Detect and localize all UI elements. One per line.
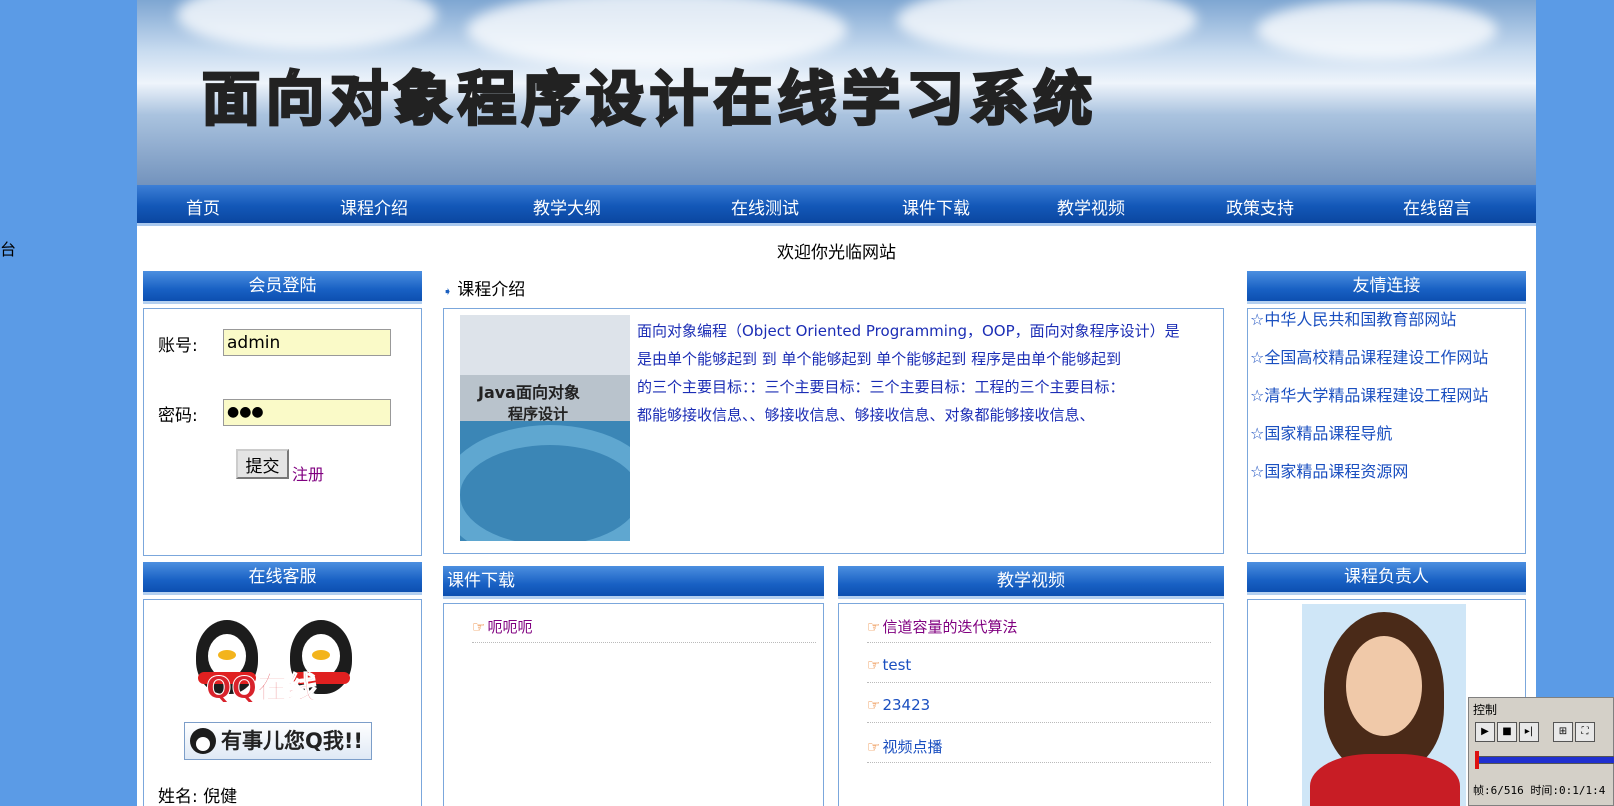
video-icon: ☞: [867, 738, 881, 756]
account-input[interactable]: [223, 329, 391, 356]
video-item[interactable]: ☞ 23423: [867, 696, 930, 714]
arrow-icon: ➧: [443, 285, 453, 298]
friend-links-list: ☆中华人民共和国教育部网站 ☆全国高校精品课程建设工作网站 ☆清华大学精品课程建…: [1250, 309, 1488, 499]
videos-box: ☞ 信道容量的迭代算法 ☞ test ☞ 23423 ☞ 视频点播: [838, 603, 1224, 806]
qq-contact-label: 有事儿您Q我!!: [221, 729, 364, 753]
divider: [867, 682, 1211, 683]
book-title-line2: 程序设计: [508, 405, 569, 423]
fit-icon[interactable]: ⊞: [1553, 722, 1573, 742]
divider: [472, 642, 816, 643]
downloads-title: 课件下载: [443, 566, 824, 599]
course-owner-title: 课程负责人: [1247, 562, 1526, 595]
media-control-panel: 控制 ▶ ■ ▸| ⊞ ⛶ 帧:6/516 时间:0:1/1:4: [1468, 697, 1614, 806]
control-toolbar: ▶ ■ ▸| ⊞ ⛶: [1475, 722, 1614, 744]
friend-link[interactable]: ☆全国高校精品课程建设工作网站: [1250, 347, 1488, 385]
divider: [867, 722, 1211, 723]
password-input[interactable]: ●●●: [223, 399, 391, 426]
nav-teaching-video[interactable]: 教学视频: [1057, 194, 1125, 219]
course-intro-heading: ➧ 课程介绍: [443, 275, 525, 300]
videos-title: 教学视频: [838, 566, 1224, 599]
nav-home[interactable]: 首页: [186, 194, 220, 219]
friend-links-box: ☆中华人民共和国教育部网站 ☆全国高校精品课程建设工作网站 ☆清华大学精品课程建…: [1247, 308, 1526, 554]
divider: [867, 642, 1211, 643]
download-item[interactable]: ☞ 呃呃呃: [472, 616, 532, 637]
course-intro-title: 课程介绍: [457, 280, 526, 300]
stray-glyph: 台: [0, 240, 17, 259]
file-icon: ☞: [472, 618, 486, 636]
customer-service-box: QQ在线 有事儿您Q我!! 姓名: 倪健: [143, 599, 422, 806]
video-item[interactable]: ☞ 视频点播: [867, 736, 942, 757]
book-cover-image: Java面向对象 程序设计: [460, 315, 630, 541]
video-icon: ☞: [867, 618, 881, 636]
friend-link[interactable]: ☆国家精品课程资源网: [1250, 461, 1488, 499]
intro-line: 都能够接收信息、、够接收信息、够接收信息、对象都能够接收信息、: [637, 406, 1095, 424]
banner-cloud: [177, 0, 437, 50]
fullscreen-icon[interactable]: ⛶: [1575, 722, 1595, 742]
site-title: 面向对象程序设计在线学习系统: [200, 64, 1099, 135]
downloads-box: ☞ 呃呃呃: [443, 603, 824, 806]
video-item[interactable]: ☞ test: [867, 656, 911, 674]
welcome-text: 欢迎你光临网站: [777, 243, 896, 263]
step-icon[interactable]: ▸|: [1519, 722, 1539, 742]
stop-icon[interactable]: ■: [1497, 722, 1517, 742]
site-banner: 面向对象程序设计在线学习系统: [137, 0, 1536, 185]
page-container: 面向对象程序设计在线学习系统 首页 课程介绍 教学大纲 在线测试 课件下载 教学…: [137, 0, 1536, 806]
video-icon: ☞: [867, 696, 881, 714]
nav-syllabus[interactable]: 教学大纲: [533, 194, 601, 219]
submit-button[interactable]: 提交: [236, 449, 289, 479]
friend-links-title: 友情连接: [1247, 271, 1526, 304]
banner-cloud: [897, 0, 1197, 55]
intro-line: 面向对象编程（Object Oriented Programming，OOP，面…: [637, 322, 1180, 340]
progress-thumb[interactable]: [1475, 751, 1479, 769]
qq-penguin-icon: [190, 728, 216, 754]
nav-courseware-download[interactable]: 课件下载: [902, 194, 970, 219]
video-item[interactable]: ☞ 信道容量的迭代算法: [867, 616, 1017, 637]
nav-online-test[interactable]: 在线测试: [731, 194, 799, 219]
qq-contact-button[interactable]: 有事儿您Q我!!: [184, 722, 372, 760]
friend-link[interactable]: ☆中华人民共和国教育部网站: [1250, 309, 1488, 347]
main-nav: 首页 课程介绍 教学大纲 在线测试 课件下载 教学视频 政策支持 在线留言: [137, 185, 1536, 226]
banner-cloud: [1257, 0, 1497, 60]
login-title: 会员登陆: [143, 271, 422, 304]
nav-course-intro[interactable]: 课程介绍: [340, 194, 408, 219]
control-status: 帧:6/516 时间:0:1/1:4: [1473, 784, 1606, 797]
owner-photo: [1302, 604, 1466, 806]
nav-policy-support[interactable]: 政策支持: [1226, 194, 1294, 219]
divider: [867, 762, 1211, 763]
qq-online-label: QQ在线: [205, 671, 318, 707]
customer-service-title: 在线客服: [143, 562, 422, 595]
intro-line: 的三个主要目标：：三个主要目标：三个主要目标：工程的三个主要目标：: [637, 378, 1125, 396]
friend-link[interactable]: ☆国家精品课程导航: [1250, 423, 1488, 461]
control-title: 控制: [1473, 703, 1498, 717]
register-link[interactable]: 注册: [292, 461, 324, 485]
account-label: 账号:: [158, 336, 198, 356]
nav-message-board[interactable]: 在线留言: [1403, 194, 1471, 219]
course-intro-text: 面向对象编程（Object Oriented Programming，OOP，面…: [637, 317, 1197, 429]
progress-track[interactable]: [1475, 756, 1614, 764]
video-icon: ☞: [867, 656, 881, 674]
course-intro-box: Java面向对象 程序设计 面向对象编程（Object Oriented Pro…: [443, 308, 1224, 554]
book-title-line1: Java面向对象: [478, 383, 580, 402]
intro-line: 是由单个能够起到 到 单个能够起到 单个能够起到 程序是由单个能够起到: [637, 350, 1122, 368]
play-icon[interactable]: ▶: [1475, 722, 1495, 742]
friend-link[interactable]: ☆清华大学精品课程建设工程网站: [1250, 385, 1488, 423]
password-label: 密码:: [158, 406, 198, 426]
service-name: 姓名: 倪健: [158, 787, 238, 806]
login-box: 账号: 密码: ●●● 提交 注册: [143, 308, 422, 556]
